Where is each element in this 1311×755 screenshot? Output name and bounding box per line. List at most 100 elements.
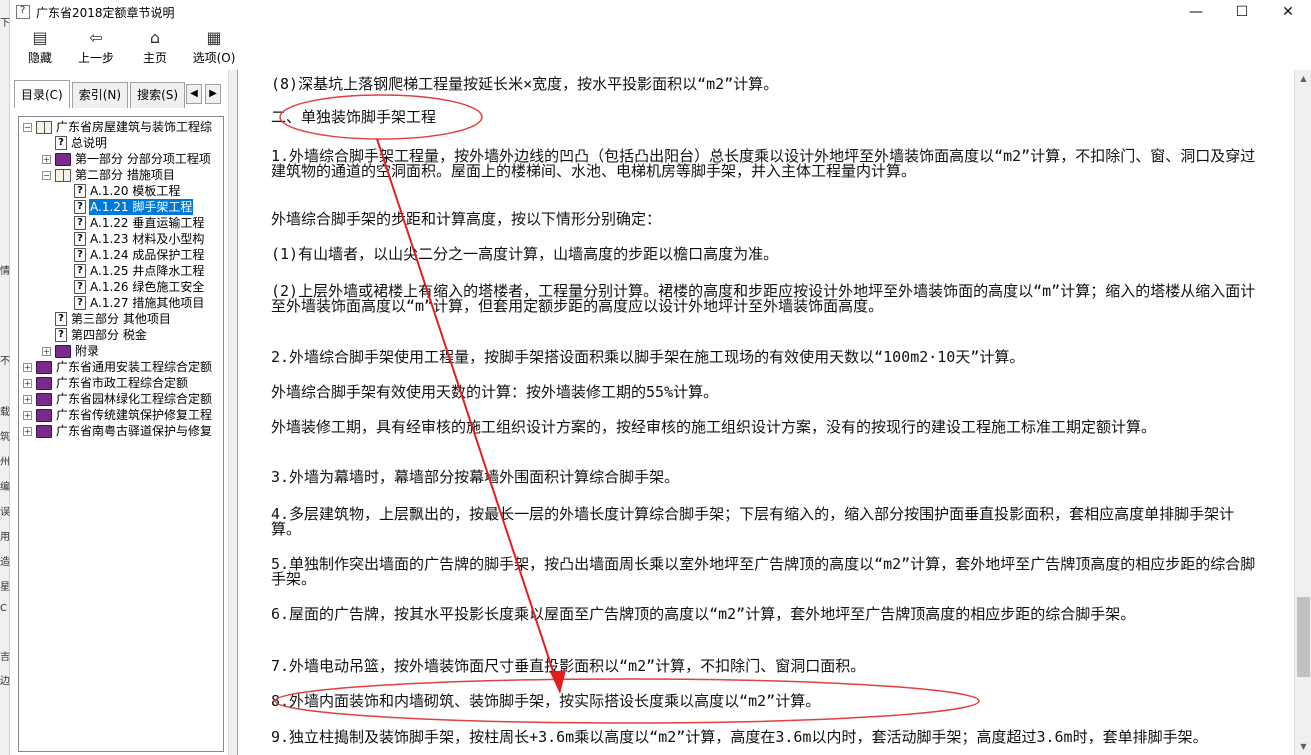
tree-node-label: A.1.25 井点降水工程 (90, 264, 205, 278)
collapse-icon[interactable]: − (23, 122, 32, 132)
tree-node-label: 附录 (75, 344, 100, 358)
tab-contents[interactable]: 目录(C) (14, 80, 70, 108)
tree-node-label: 广东省房屋建筑与装饰工程综 (56, 120, 213, 134)
expand-icon[interactable]: + (42, 346, 51, 356)
content-paragraph: 7.外墙电动吊篮，按外墙装饰面尺寸垂直投影面积以“m2”计算，不扣除门、窗洞口面… (271, 657, 866, 675)
content-paragraph: 6.屋面的广告牌，按其水平投影长度乘以屋面至广告牌顶的高度以“m2”计算，套外地… (271, 605, 1136, 623)
content-paragraph: 8.外墙内面装饰和内墙砌筑、装饰脚手架，按实际搭设长度乘以高度以“m2”计算。 (271, 692, 821, 710)
scrollbar-thumb[interactable] (1297, 597, 1310, 677)
tree-node-label: A.1.23 材料及小型构 (90, 232, 205, 246)
tree-node-label: A.1.27 措施其他项目 (90, 296, 205, 310)
scroll-down-icon[interactable]: ▼ (1295, 738, 1311, 755)
tree-node-label: 广东省南粤古驿道保护与修复 (56, 424, 213, 438)
contents-tree: − 广东省房屋建筑与装饰工程综? 总说明 + 第一部分 分部分项工程项 − 第二部分 措施项… (18, 116, 224, 752)
hide-button[interactable]: ▤ 隐藏 (10, 28, 70, 68)
tree-node[interactable]: ? A.1.20 模板工程 (61, 183, 181, 199)
window-title: 广东省2018定额章节说明 (36, 5, 175, 20)
tree-node[interactable]: ? A.1.23 材料及小型构 (61, 231, 205, 247)
tree-node-label: 第二部分 措施项目 (75, 168, 175, 182)
navigation-pane: 目录(C) 索引(N) 搜索(S) ◀ ▶ − 广东省房屋建筑与装饰工程综? 总说明… (10, 78, 228, 755)
tree-node[interactable]: + 广东省南粤古驿道保护与修复 (23, 423, 213, 439)
tree-node[interactable]: + 广东省市政工程综合定额 (23, 375, 189, 391)
help-page-icon: ? (74, 264, 86, 278)
help-page-icon: ? (74, 248, 86, 262)
expand-icon[interactable]: + (23, 394, 32, 404)
tree-node[interactable]: ? A.1.26 绿色施工安全 (61, 279, 205, 295)
expand-icon[interactable]: + (23, 410, 32, 420)
bg-fragment: 编 (0, 482, 10, 493)
bg-fragment: 不 (0, 356, 10, 367)
home-icon: ⌂ (149, 28, 161, 47)
closed-book-icon (55, 344, 71, 358)
bg-fragment: 情 (0, 266, 10, 277)
nav-tabs: 目录(C) 索引(N) 搜索(S) (14, 80, 187, 108)
tree-node[interactable]: + 广东省通用安装工程综合定额 (23, 359, 213, 375)
tree-node[interactable]: ? A.1.22 垂直运输工程 (61, 215, 205, 231)
expand-icon[interactable]: + (42, 154, 51, 164)
tree-node-label: 广东省通用安装工程综合定额 (56, 360, 213, 374)
help-window: 广东省2018定额章节说明 — ☐ ✕ ▤ 隐藏 ⇦ 上一步 ⌂ 主页 ▦ 选项… (10, 0, 1311, 755)
expand-icon[interactable]: + (23, 426, 32, 436)
bg-fragment: 筑 (0, 432, 10, 443)
content-paragraph: (2)上层外墙或裙楼上有缩入的塔楼者，工程量分别计算。裙楼的高度和步距应按设计外… (271, 282, 1256, 315)
closed-book-icon (36, 424, 52, 438)
closed-book-icon (36, 376, 52, 390)
tree-node-label: A.1.24 成品保护工程 (90, 248, 205, 262)
bg-fragment: C (0, 603, 7, 614)
tree-node[interactable]: + 广东省传统建筑保护修复工程 (23, 407, 213, 423)
help-page-icon: ? (74, 280, 86, 294)
expand-icon[interactable]: + (23, 362, 32, 372)
bg-fragment: 吉 (0, 652, 10, 663)
tree-node[interactable]: ? 总说明 (42, 135, 108, 151)
close-button[interactable]: ✕ (1265, 0, 1311, 24)
tree-node-label: 总说明 (71, 136, 108, 150)
tree-node[interactable]: + 附录 (42, 343, 100, 359)
maximize-button[interactable]: ☐ (1219, 0, 1265, 24)
tree-node-label: 广东省传统建筑保护修复工程 (56, 408, 213, 422)
tree-node-label: 广东省园林绿化工程综合定额 (56, 392, 213, 406)
tree-node[interactable]: ? A.1.27 措施其他项目 (61, 295, 205, 311)
tree-node[interactable]: − 广东省房屋建筑与装饰工程综 (23, 119, 213, 135)
tree-node[interactable]: ? 第四部分 税金 (42, 327, 148, 343)
options-button[interactable]: ▦ 选项(O) (184, 28, 244, 68)
content-paragraph: (8)深基坑上落钢爬梯工程量按延长米×宽度，按水平投影面积以“m2”计算。 (271, 75, 779, 93)
tree-node-label: 第三部分 其他项目 (71, 312, 171, 326)
bg-fragment: 误 (0, 507, 10, 518)
bg-fragment: 州 (0, 457, 10, 468)
collapse-icon[interactable]: − (42, 170, 51, 180)
tree-node-label: A.1.21 脚手架工程 (89, 199, 194, 215)
tree-node[interactable]: + 广东省园林绿化工程综合定额 (23, 391, 213, 407)
tree-node-label: 广东省市政工程综合定额 (56, 376, 189, 390)
tree-node[interactable]: ? A.1.24 成品保护工程 (61, 247, 205, 263)
minimize-button[interactable]: — (1173, 0, 1219, 24)
content-paragraph: 外墙装修工期，具有经审核的施工组织设计方案的，按经审核的施工组织设计方案，没有的… (271, 418, 1157, 436)
content-paragraph: (1)有山墙者，以山尖二分之一高度计算，山墙高度的步距以檐口高度为准。 (271, 245, 779, 263)
help-app-icon (16, 5, 30, 19)
bg-fragment: 边 (0, 676, 10, 687)
help-page-icon: ? (55, 136, 67, 150)
tree-node[interactable]: ? 第三部分 其他项目 (42, 311, 172, 327)
tree-node[interactable]: ? A.1.25 井点降水工程 (61, 263, 205, 279)
tree-node[interactable]: + 第一部分 分部分项工程项 (42, 151, 212, 167)
options-icon: ▦ (206, 28, 222, 47)
help-page-icon: ? (55, 328, 67, 342)
bg-fragment: 载 (0, 407, 10, 418)
content-paragraph: 外墙综合脚手架的步距和计算高度，按以下情形分别确定： (271, 210, 662, 228)
tab-scroll-right-button[interactable]: ▶ (205, 84, 221, 104)
content-scrollbar[interactable]: ▲ ▼ (1294, 70, 1311, 755)
title-bar: 广东省2018定额章节说明 — ☐ ✕ (10, 0, 1311, 24)
open-book-icon (36, 120, 52, 134)
tab-index[interactable]: 索引(N) (71, 82, 129, 108)
back-button[interactable]: ⇦ 上一步 (66, 28, 126, 68)
scroll-up-icon[interactable]: ▲ (1295, 70, 1311, 87)
tab-search[interactable]: 搜索(S) (130, 82, 186, 108)
tab-scroll-left-button[interactable]: ◀ (186, 84, 202, 104)
tree-node[interactable]: − 第二部分 措施项目 (42, 167, 176, 183)
home-button[interactable]: ⌂ 主页 (125, 28, 185, 68)
open-book-icon (55, 168, 71, 182)
closed-book-icon (36, 392, 52, 406)
pane-splitter[interactable] (228, 70, 238, 755)
content-paragraph: 2.外墙综合脚手架使用工程量，按脚手架搭设面积乘以脚手架在施工现场的有效使用天数… (271, 348, 1025, 366)
expand-icon[interactable]: + (23, 378, 32, 388)
tree-node[interactable]: ? A.1.21 脚手架工程 (61, 199, 194, 215)
